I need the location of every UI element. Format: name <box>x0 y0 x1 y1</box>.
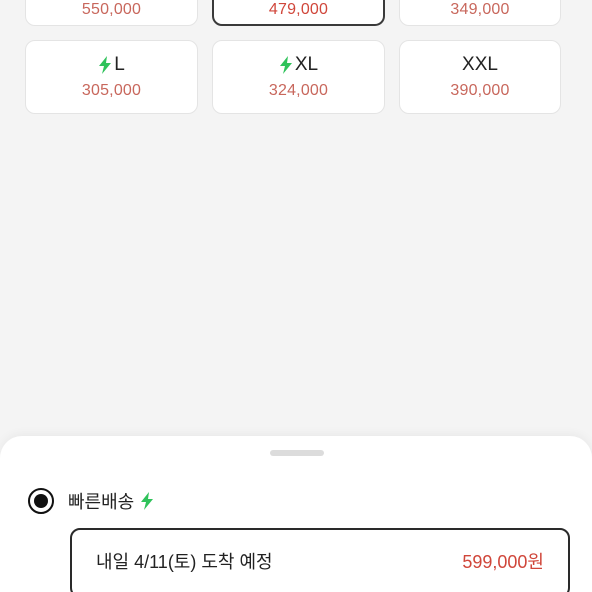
size-label-row: XL <box>279 54 318 76</box>
size-price: 390,000 <box>450 82 510 99</box>
delivery-price: 599,000원 <box>462 552 544 572</box>
size-label-row: L <box>98 54 125 76</box>
size-label: L <box>114 54 125 75</box>
delivery-option-box[interactable]: 내일 4/11(토) 도착 예정 599,000원 <box>70 528 570 592</box>
delivery-date-text: 내일 4/11(토) 도착 예정 <box>96 552 273 572</box>
size-price: 305,000 <box>81 82 142 99</box>
size-option-card[interactable]: 349,000 <box>399 0 561 26</box>
sheet-drag-handle[interactable] <box>270 450 324 456</box>
lightning-icon <box>279 56 292 74</box>
bottom-sheet: 빠른배송 내일 4/11(토) 도착 예정 599,000원 <box>0 436 592 592</box>
size-label: XXL <box>462 54 498 75</box>
size-option-xxl[interactable]: XXL 390,000 <box>399 40 561 114</box>
fast-shipping-option[interactable]: 빠른배송 <box>28 488 154 514</box>
size-option-xl[interactable]: XL 324,000 <box>212 40 385 114</box>
size-price: 550,000 <box>81 1 142 18</box>
product-size-page: 550,000 479,000 349,000 L 305,000 XL 324… <box>0 0 592 592</box>
size-price: 324,000 <box>268 82 329 99</box>
size-option-l[interactable]: L 305,000 <box>25 40 198 114</box>
size-label: XL <box>294 54 319 75</box>
size-price: 349,000 <box>450 1 510 18</box>
radio-button-selected[interactable] <box>28 488 54 514</box>
fast-shipping-label-row: 빠른배송 <box>68 488 154 514</box>
size-label-row: XXL <box>462 54 498 76</box>
size-price: 479,000 <box>268 1 329 18</box>
size-option-card-selected[interactable]: 479,000 <box>212 0 385 26</box>
size-option-card[interactable]: 550,000 <box>25 0 198 26</box>
lightning-icon <box>99 56 112 74</box>
lightning-icon <box>141 492 154 510</box>
size-grid: 550,000 479,000 349,000 L 305,000 XL 324… <box>25 0 561 114</box>
fast-shipping-label: 빠른배송 <box>68 492 135 512</box>
radio-dot <box>34 494 48 508</box>
